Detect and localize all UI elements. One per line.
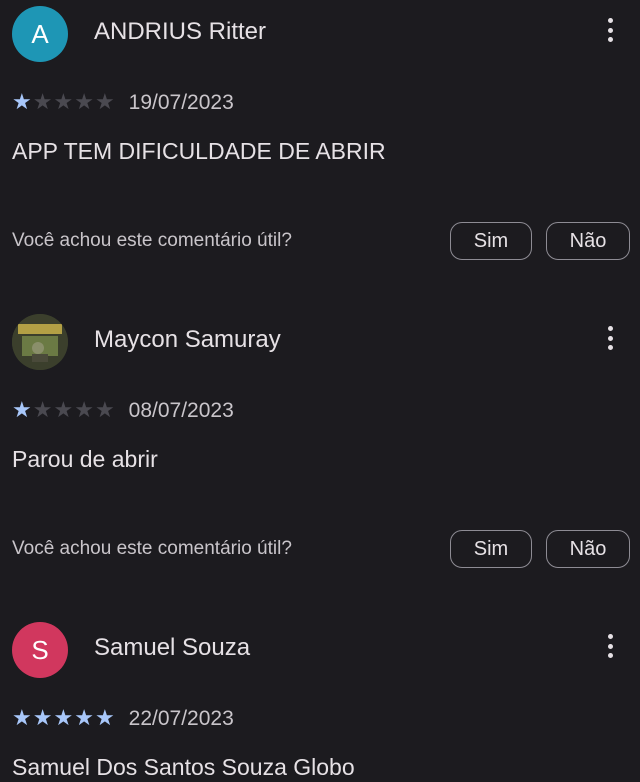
star-empty-icon: ★ (74, 90, 94, 115)
avatar: A (12, 6, 68, 62)
avatar (12, 314, 68, 370)
helpful-question: Você achou este comentário útil? (12, 538, 292, 559)
review-date: 19/07/2023 (128, 91, 234, 114)
author-name: ANDRIUS Ritter (94, 18, 267, 45)
helpful-question: Você achou este comentário útil? (12, 230, 292, 251)
star-filled-icon: ★ (12, 90, 32, 115)
helpful-no-button[interactable]: Não (546, 530, 630, 568)
star-rating: ★ ★ ★ ★ ★ (12, 400, 115, 422)
star-empty-icon: ★ (53, 398, 74, 423)
review-header: A ANDRIUS Ritter (12, 0, 628, 62)
author-name: Maycon Samuray (94, 326, 281, 353)
review-text: Parou de abrir (12, 446, 158, 472)
rating-row: ★ ★ ★ ★ ★ 19/07/2023 (12, 90, 234, 116)
review-date: 08/07/2023 (128, 399, 234, 422)
review-header: Maycon Samuray (12, 308, 628, 370)
star-filled-icon: ★ (12, 398, 32, 423)
more-options-icon[interactable] (598, 322, 622, 354)
helpful-yes-button[interactable]: Sim (450, 222, 532, 260)
star-filled-icon: ★ (94, 706, 115, 731)
star-empty-icon: ★ (94, 398, 115, 423)
star-empty-icon: ★ (94, 90, 115, 115)
star-rating: ★ ★ ★ ★ ★ (12, 92, 115, 114)
more-options-icon[interactable] (598, 14, 622, 46)
review-text: APP TEM DIFICULDADE DE ABRIR (12, 138, 386, 164)
star-empty-icon: ★ (32, 398, 53, 423)
rating-row: ★ ★ ★ ★ ★ 22/07/2023 (12, 706, 234, 732)
star-filled-icon: ★ (53, 706, 74, 731)
star-empty-icon: ★ (53, 90, 74, 115)
helpful-no-button[interactable]: Não (546, 222, 630, 260)
review-text: Samuel Dos Santos Souza Globo (12, 754, 355, 780)
avatar-photo-icon (12, 314, 68, 370)
star-filled-icon: ★ (12, 706, 32, 731)
helpful-yes-button[interactable]: Sim (450, 530, 532, 568)
star-empty-icon: ★ (32, 90, 53, 115)
review-date: 22/07/2023 (128, 707, 234, 730)
star-rating: ★ ★ ★ ★ ★ (12, 708, 115, 730)
star-filled-icon: ★ (74, 706, 94, 731)
avatar: S (12, 622, 68, 678)
star-filled-icon: ★ (32, 706, 53, 731)
more-options-icon[interactable] (598, 630, 622, 662)
review-header: S Samuel Souza (12, 616, 628, 678)
rating-row: ★ ★ ★ ★ ★ 08/07/2023 (12, 398, 234, 424)
star-empty-icon: ★ (74, 398, 94, 423)
author-name: Samuel Souza (94, 634, 251, 661)
